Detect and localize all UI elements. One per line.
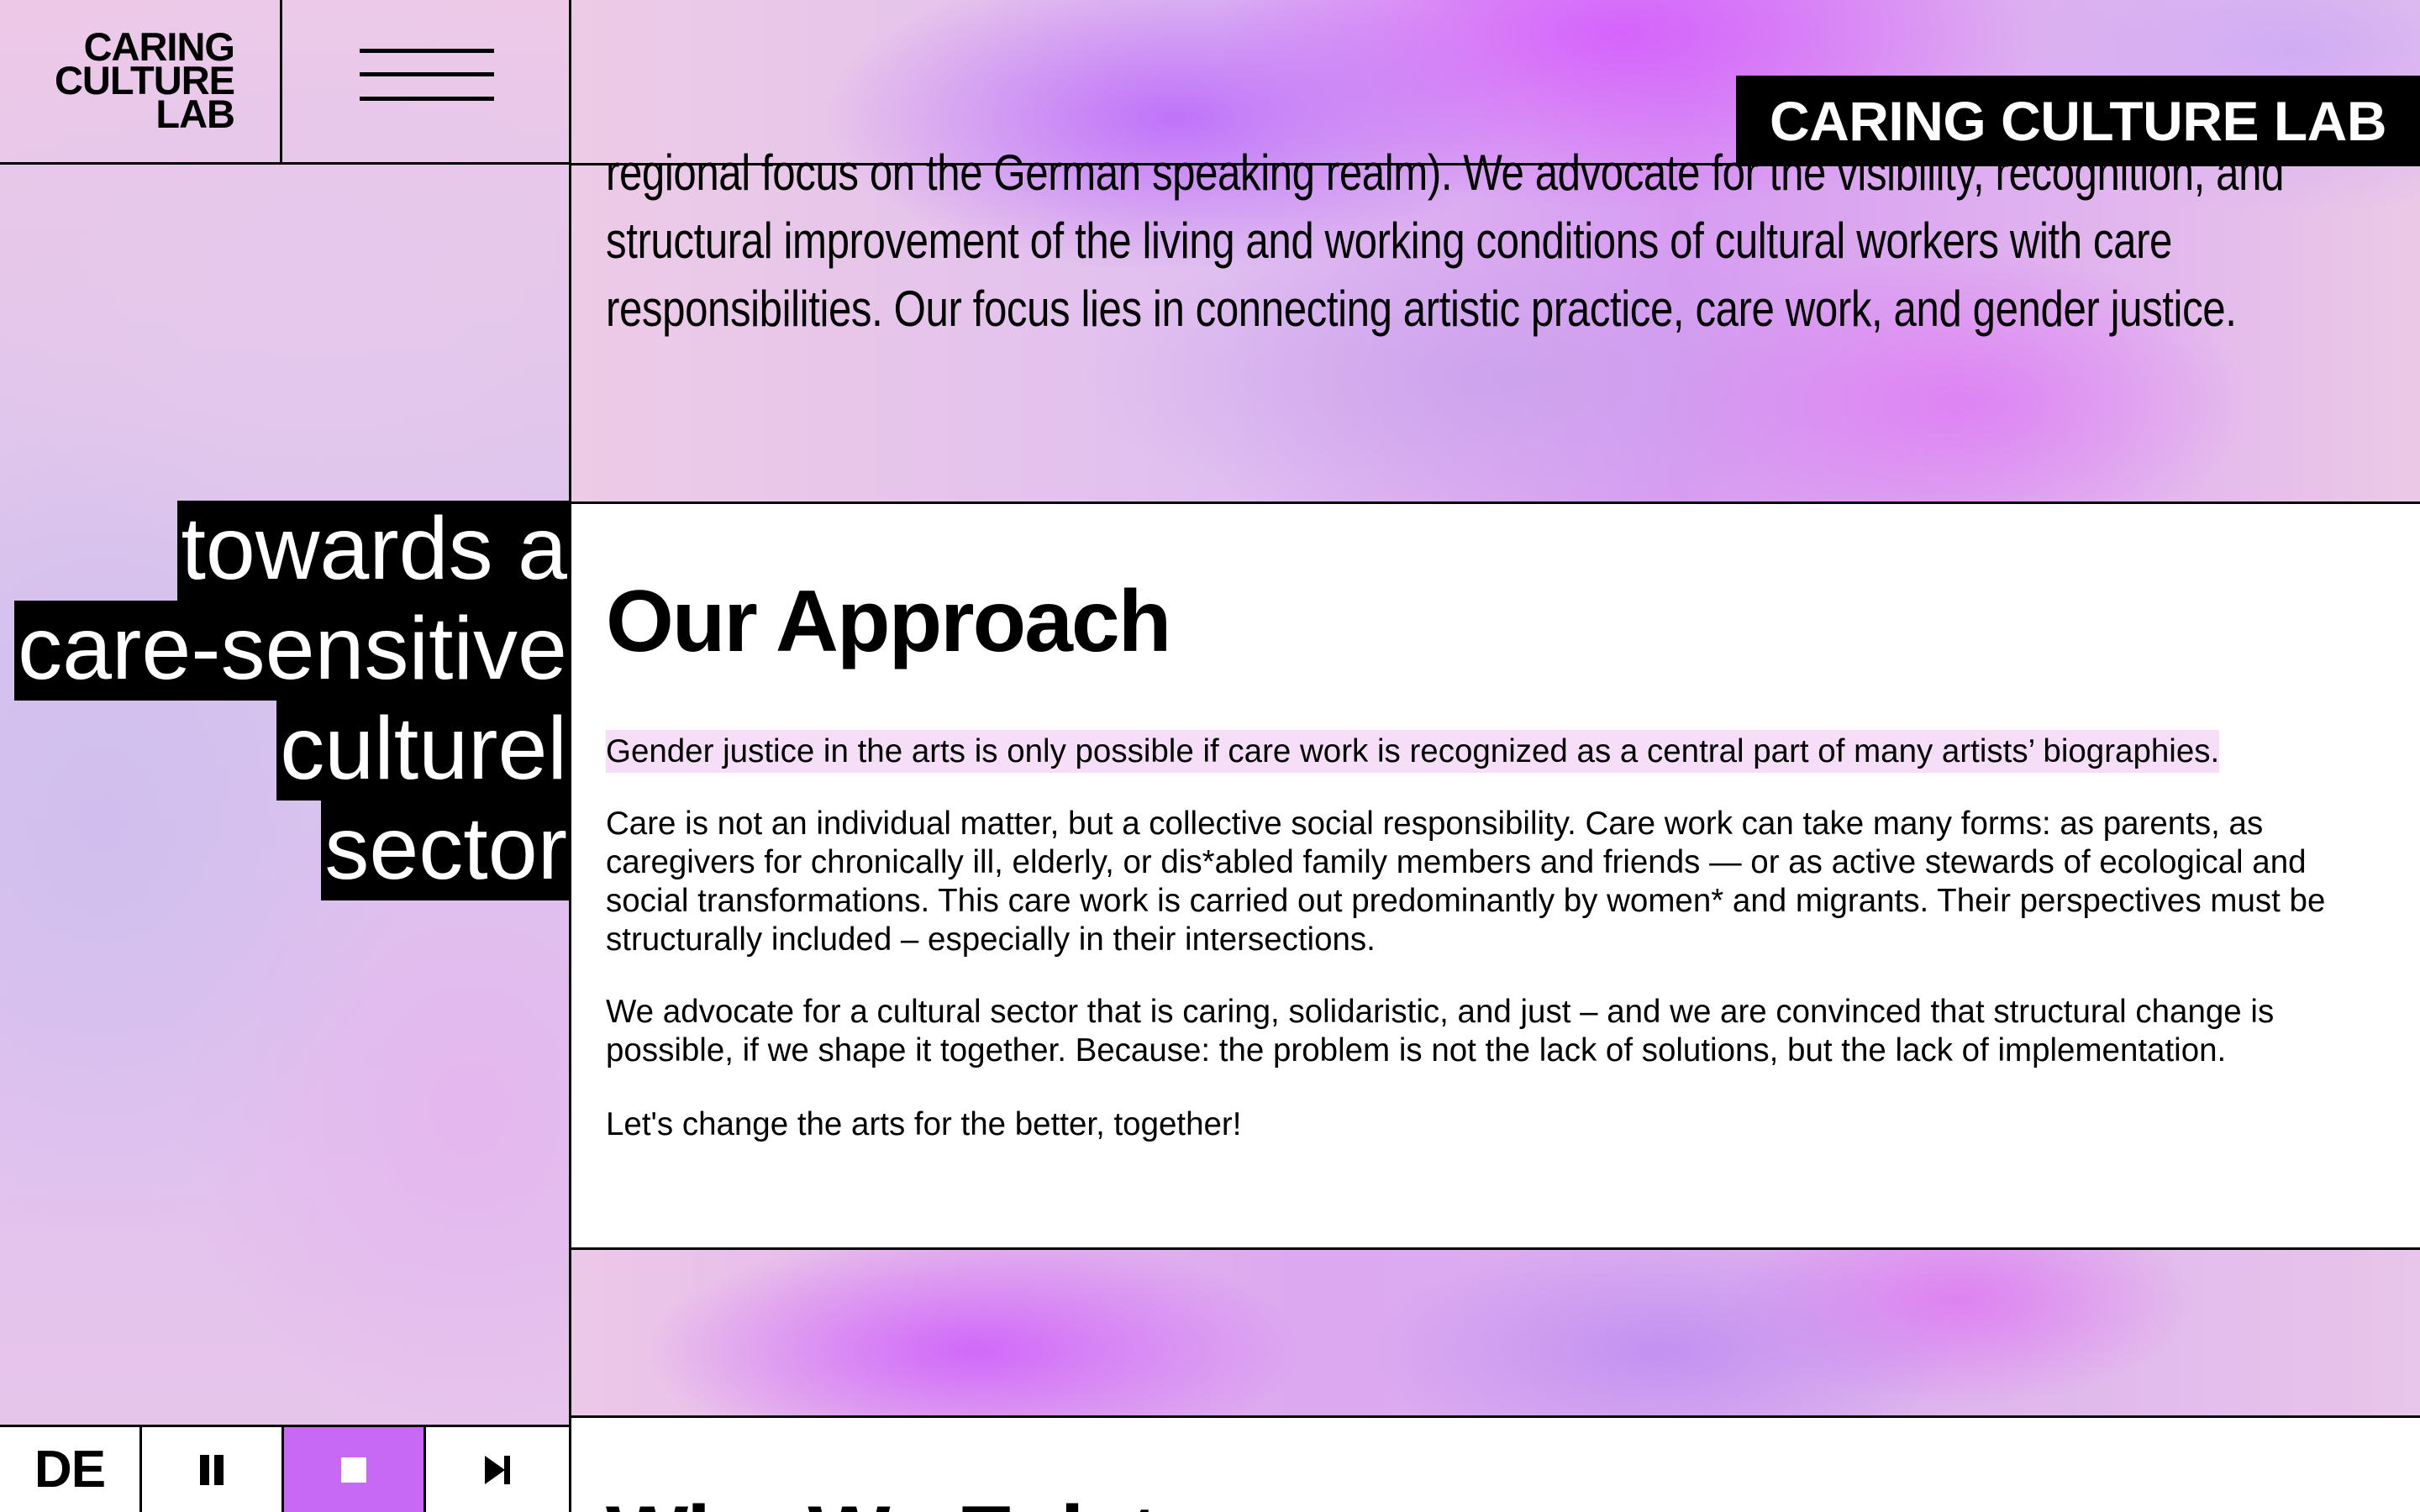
menu-bar bbox=[360, 72, 494, 76]
skip-next-button[interactable] bbox=[426, 1427, 568, 1512]
why-we-exist-section: Why We Exist bbox=[571, 1418, 2420, 1512]
approach-highlight: Gender justice in the arts is only possi… bbox=[606, 730, 2220, 773]
skip-next-icon bbox=[481, 1455, 513, 1484]
tagline-line: towards a bbox=[177, 501, 569, 601]
intro-paragraph: regional focus on the German speaking re… bbox=[606, 144, 2285, 337]
pause-button[interactable] bbox=[142, 1427, 284, 1512]
decorative-gradient-band bbox=[571, 1250, 2420, 1418]
approach-paragraph: Care is not an individual matter, but a … bbox=[606, 806, 2326, 958]
tagline-line: care-sensitive bbox=[14, 601, 569, 701]
approach-highlight-paragraph: Gender justice in the arts is only possi… bbox=[606, 730, 2387, 773]
header-left: CARING CULTURE LAB bbox=[0, 0, 569, 165]
language-switch-button[interactable]: DE bbox=[0, 1427, 142, 1512]
stop-button[interactable] bbox=[284, 1427, 426, 1512]
menu-bar bbox=[360, 97, 494, 101]
logo[interactable]: CARING CULTURE LAB bbox=[0, 0, 282, 165]
main-content: regional focus on the German speaking re… bbox=[571, 0, 2420, 1512]
approach-title: Our Approach bbox=[606, 573, 1171, 670]
left-sidebar: CARING CULTURE LAB towards a care-sensit… bbox=[0, 0, 571, 1512]
pause-icon bbox=[197, 1454, 226, 1485]
logo-text: CARING CULTURE LAB bbox=[55, 27, 235, 136]
brand-label[interactable]: CARING CULTURE LAB bbox=[1735, 76, 2420, 166]
tagline: towards a care-sensitive culturel sector bbox=[0, 501, 569, 900]
approach-paragraph: Let's change the arts for the better, to… bbox=[606, 1106, 1242, 1142]
hamburger-menu-icon[interactable] bbox=[282, 0, 569, 165]
stop-icon bbox=[341, 1457, 366, 1483]
approach-section: Our Approach Gender justice in the arts … bbox=[571, 504, 2420, 1250]
logo-line: LAB bbox=[155, 92, 235, 136]
section-title: Why We Exist bbox=[606, 1487, 1159, 1512]
tagline-line: sector bbox=[321, 801, 569, 900]
approach-paragraph: We advocate for a cultural sector that i… bbox=[606, 994, 2275, 1068]
tagline-line: culturel bbox=[276, 701, 569, 801]
intro-section: regional focus on the German speaking re… bbox=[571, 0, 2420, 504]
audio-player: DE bbox=[0, 1425, 569, 1512]
menu-bar bbox=[360, 49, 494, 53]
